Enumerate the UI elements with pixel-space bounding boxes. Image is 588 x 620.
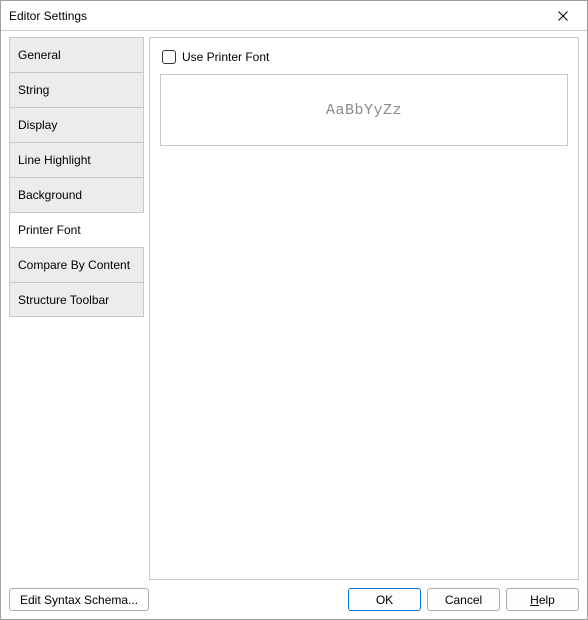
content-panel: Use Printer Font AaBbYyZz [149,37,579,580]
font-preview: AaBbYyZz [160,74,568,146]
font-preview-text: AaBbYyZz [326,102,402,119]
tab-printer-font[interactable]: Printer Font [9,212,144,247]
button-label: Help [530,593,555,607]
settings-tab-list: General String Display Line Highlight Ba… [9,37,144,580]
window-title: Editor Settings [9,9,541,23]
tab-string[interactable]: String [9,72,144,107]
sidebar-spacer [9,317,144,580]
main-row: General String Display Line Highlight Ba… [9,37,579,580]
close-button[interactable] [541,2,585,30]
tab-label: Display [18,118,57,132]
button-label: Edit Syntax Schema... [20,593,138,607]
editor-settings-dialog: Editor Settings General String Display [0,0,588,620]
tab-label: Printer Font [18,223,81,237]
button-label: Cancel [445,593,482,607]
close-icon [558,11,568,21]
dialog-body: General String Display Line Highlight Ba… [1,31,587,619]
tab-display[interactable]: Display [9,107,144,142]
use-printer-font-option[interactable]: Use Printer Font [160,48,568,66]
dialog-button-row: Edit Syntax Schema... OK Cancel Help [9,580,579,611]
tab-label: Compare By Content [18,258,130,272]
tab-label: Structure Toolbar [18,293,109,307]
tab-compare-by-content[interactable]: Compare By Content [9,247,144,282]
ok-button[interactable]: OK [348,588,421,611]
titlebar: Editor Settings [1,1,587,31]
tab-structure-toolbar[interactable]: Structure Toolbar [9,282,144,317]
tab-label: String [18,83,49,97]
cancel-button[interactable]: Cancel [427,588,500,611]
tab-label: General [18,48,61,62]
button-label: OK [376,593,393,607]
tab-background[interactable]: Background [9,177,144,212]
edit-syntax-schema-button[interactable]: Edit Syntax Schema... [9,588,149,611]
tab-label: Background [18,188,82,202]
help-button[interactable]: Help [506,588,579,611]
tab-label: Line Highlight [18,153,91,167]
tab-general[interactable]: General [9,37,144,72]
use-printer-font-checkbox[interactable] [162,50,176,64]
tab-line-highlight[interactable]: Line Highlight [9,142,144,177]
use-printer-font-label: Use Printer Font [182,50,269,64]
